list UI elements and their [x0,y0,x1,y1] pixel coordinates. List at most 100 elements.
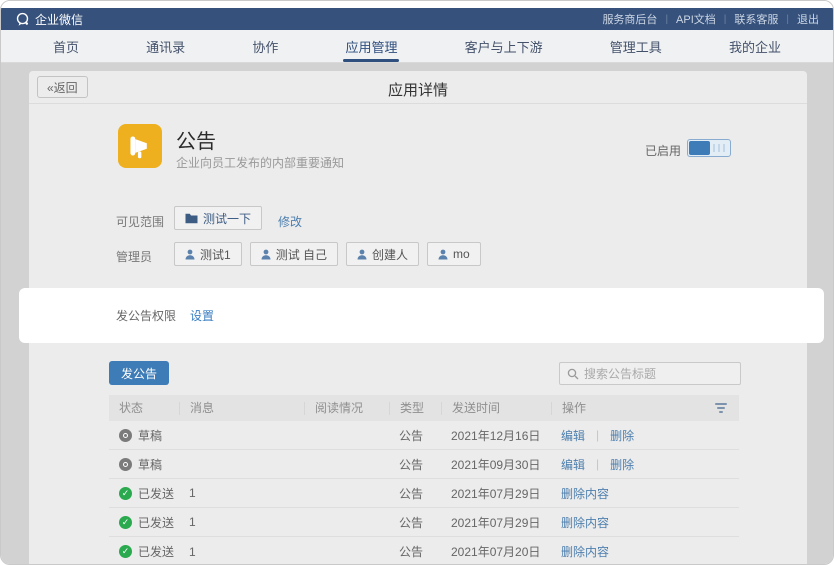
topbar-link-4[interactable]: 退出 [797,11,819,27]
actions-cell: 删除内容 [551,543,739,560]
admin-member-tag: 创建人 [346,242,419,266]
date-cell: 2021年07月29日 [441,514,551,531]
visibility-scope-label: 可见范围 [116,213,164,230]
topbar-link-3[interactable]: 联系客服 [734,11,778,27]
window-top-strip [1,1,833,8]
nav-tab-通讯录[interactable]: 通讯录 [142,30,189,62]
admin-member-name: 测试1 [200,246,231,263]
date-cell: 2021年07月20日 [441,543,551,560]
page-content: «返回 应用详情 公告 企业向员工发布的内部重要通知 已启用 可见范围 测试一下 [1,63,833,565]
status-text: 草稿 [138,427,162,444]
action-link-删除[interactable]: 删除 [610,427,634,444]
new-announcement-button[interactable]: 发公告 [109,361,169,385]
permission-settings-link[interactable]: 设置 [190,307,214,324]
nav-tab-客户与上下游[interactable]: 客户与上下游 [461,30,547,62]
message-cell: 1 [179,486,304,500]
actions-cell: 删除内容 [551,485,739,502]
action-link-删除内容[interactable]: 删除内容 [561,485,609,502]
person-icon [438,249,448,260]
person-icon [261,249,271,260]
nav-tab-首页[interactable]: 首页 [49,30,83,62]
status-text: 已发送 [138,485,174,502]
table-body: 草稿公告2021年12月16日编辑|删除草稿公告2021年09月30日编辑|删除… [109,421,739,565]
admin-member-name: 创建人 [372,246,408,263]
draft-inner-dot [123,462,128,467]
enabled-toggle[interactable] [687,139,731,157]
wechat-work-brand[interactable]: 企业微信 [15,11,83,28]
status-cell: 草稿 [109,456,179,473]
table-row: ✓已发送1公告2021年07月29日删除内容 [109,508,739,537]
announcements-table: 状态消息阅读情况类型发送时间操作 草稿公告2021年12月16日编辑|删除草稿公… [109,395,739,565]
action-separator: | [596,428,599,442]
type-cell: 公告 [389,543,441,560]
topbar-link-separator: | [786,14,789,25]
permission-label: 发公告权限 [116,307,176,324]
topbar-link-2[interactable]: API文档 [676,11,716,27]
permission-highlight-band: 发公告权限 设置 [19,288,824,343]
draft-status-icon [119,458,132,471]
admin-member-tag: 测试1 [174,242,242,266]
nav-tab-协作[interactable]: 协作 [248,30,282,62]
column-header-类型: 类型 [389,402,441,415]
filter-icon[interactable] [715,403,727,413]
action-link-编辑[interactable]: 编辑 [561,456,585,473]
app-name: 公告 [176,125,216,154]
enabled-status-label: 已启用 [645,142,681,159]
message-cell: 1 [179,545,304,559]
topbar-link-separator: | [665,14,668,25]
admin-member-tag: mo [427,242,481,266]
type-cell: 公告 [389,427,441,444]
status-cell: ✓已发送 [109,543,179,560]
card-header: «返回 应用详情 [29,71,807,104]
visibility-scope-tag: 测试一下 [174,206,262,230]
nav-tab-管理工具[interactable]: 管理工具 [606,30,666,62]
nav-tab-我的企业[interactable]: 我的企业 [725,30,785,62]
action-link-删除[interactable]: 删除 [610,456,634,473]
type-cell: 公告 [389,456,441,473]
topbar-link-1[interactable]: 服务商后台 [602,11,657,27]
status-cell: ✓ 已发送 [109,514,179,531]
admin-tags: 测试1 测试 自己 创建人 mo [174,242,481,266]
action-link-编辑[interactable]: 编辑 [561,427,585,444]
nav-tab-应用管理[interactable]: 应用管理 [341,30,401,62]
draft-inner-dot [123,433,128,438]
person-icon [357,249,367,260]
table-header: 状态消息阅读情况类型发送时间操作 [109,395,739,421]
table-row: ✓已发送1 公告2021年07月20日删除内容 [109,537,739,565]
sent-status-icon: ✓ [119,545,132,558]
admin-member-tag: 测试 自己 [250,242,338,266]
wechat-work-logo-icon [15,12,30,27]
admins-label: 管理员 [116,248,152,265]
sent-status-icon: ✓ [119,487,132,500]
action-link-删除内容[interactable]: 删除内容 [561,514,609,531]
announcement-megaphone-icon [118,124,162,168]
column-header-消息: 消息 [179,402,304,415]
table-row: 草稿 公告2021年12月16日编辑 | 删除 [109,421,739,450]
table-row: ✓已发送1公告2021年07月29日删除内容 [109,479,739,508]
message-cell: 1 [179,515,304,529]
date-cell: 2021年07月29日 [441,485,551,502]
draft-status-icon [119,429,132,442]
page-title: 应用详情 [29,79,807,100]
search-input[interactable] [584,367,739,381]
main-navigation: 首页 通讯录 协作 应用管理 客户与上下游 管理工具 我的企业 [1,30,833,63]
visibility-scope-name: 测试一下 [203,210,251,227]
actions-cell: 编辑 | 删除 [551,427,739,444]
brand-label: 企业微信 [35,11,83,28]
date-cell: 2021年12月16日 [441,427,551,444]
column-header-状态: 状态 [109,402,179,415]
status-text: 已发送 [138,514,174,531]
modify-visibility-link[interactable]: 修改 [278,213,302,230]
status-cell: 草稿 [109,427,179,444]
search-icon [567,368,579,380]
actions-cell: 编辑|删除 [551,456,739,473]
top-bar: 企业微信 服务商后台|API文档|联系客服|退出 [1,8,833,30]
actions-cell: 删除内容 [551,514,739,531]
sent-status-icon: ✓ [119,516,132,529]
action-link-删除内容[interactable]: 删除内容 [561,543,609,560]
toggle-knob [689,141,710,155]
admin-member-name: 测试 自己 [276,246,327,263]
search-box[interactable] [559,362,741,385]
status-text: 草稿 [138,456,162,473]
app-description: 企业向员工发布的内部重要通知 [176,154,344,171]
